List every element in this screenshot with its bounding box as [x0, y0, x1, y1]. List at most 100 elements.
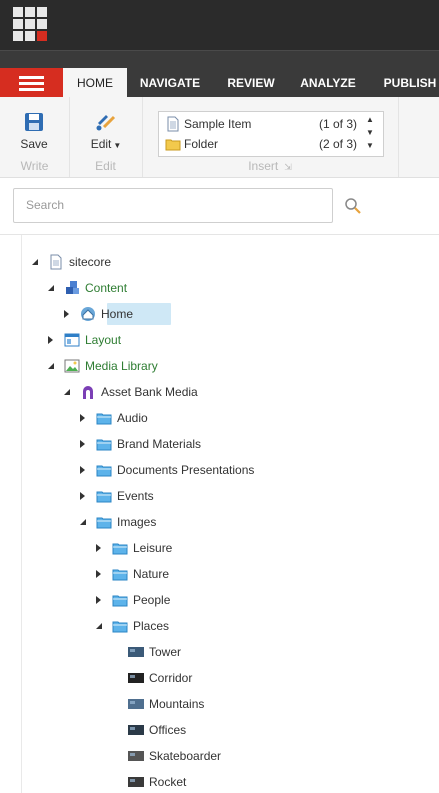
tree-node[interactable]: People: [96, 589, 439, 611]
write-group: Save Write: [0, 97, 70, 177]
tab-navigate[interactable]: NAVIGATE: [133, 68, 207, 98]
ribbon-panel: Save Write Edit ▼ Edit Insert ⇲ Sample Ite…: [0, 97, 439, 178]
tree-node[interactable]: Mountains: [112, 693, 439, 715]
asset-bank-icon: [83, 386, 93, 399]
image-thumbnail-icon: [128, 751, 144, 761]
collapse-arrow-icon[interactable]: [48, 363, 54, 369]
tree-node-label: Audio: [117, 411, 148, 425]
tree-node[interactable]: Layout: [48, 329, 439, 351]
tree-node[interactable]: Nature: [96, 563, 439, 585]
layout-icon: [64, 333, 80, 347]
collapse-arrow-icon[interactable]: [32, 259, 38, 265]
tree-node-label: Home: [101, 307, 134, 321]
insert-caption: Insert: [248, 159, 279, 173]
tree-node-label: Brand Materials: [117, 437, 202, 451]
edit-pencil-icon: [96, 115, 116, 131]
tab-review[interactable]: REVIEW: [221, 68, 281, 98]
tree-node-label: Rocket: [149, 775, 187, 789]
chevron-down-icon: ▼: [113, 141, 122, 150]
edit-caption: Edit: [95, 159, 116, 173]
tree-node[interactable]: Offices: [112, 719, 439, 741]
image-thumbnail-icon: [128, 777, 144, 787]
media-library-icon: [64, 359, 80, 373]
tab-publish[interactable]: PUBLISH: [375, 68, 439, 98]
scroll-down-icon[interactable]: ▼: [364, 126, 376, 139]
hamburger-menu-icon[interactable]: [0, 68, 63, 98]
tree-node[interactable]: Asset Bank Media: [64, 381, 439, 403]
folder-icon: [112, 569, 128, 581]
tree-node-label: Events: [117, 489, 154, 503]
scroll-up-icon[interactable]: ▲: [364, 113, 376, 126]
tree-node[interactable]: Tower: [112, 641, 439, 663]
tree-node[interactable]: Brand Materials: [80, 433, 439, 455]
tree-node-label: Documents Presentations: [117, 463, 255, 477]
tree-node[interactable]: Corridor: [112, 667, 439, 689]
folder-icon: [96, 491, 112, 503]
folder-icon: [96, 517, 112, 529]
folder-icon: [112, 621, 128, 633]
ribbon-tab-bar: HOME NAVIGATE REVIEW ANALYZE PUBLISH: [0, 50, 439, 98]
tree-node[interactable]: Audio: [80, 407, 439, 429]
expand-arrow-icon[interactable]: [80, 492, 85, 500]
search-input[interactable]: [14, 189, 316, 220]
gallery-expand-icon[interactable]: ▼: [364, 139, 376, 152]
tree-node[interactable]: Media Library: [48, 355, 439, 377]
dialog-launcher-icon[interactable]: ⇲: [284, 162, 292, 172]
insert-gallery: Sample Item (1 of 3) Folder (2 of 3) ▲ ▼…: [158, 111, 384, 157]
tree-node[interactable]: Events: [80, 485, 439, 507]
collapse-arrow-icon[interactable]: [64, 389, 70, 395]
tree-node-label: Places: [133, 619, 170, 633]
sitecore-launchpad-grid-icon[interactable]: [13, 7, 47, 41]
save-disk-icon: [25, 113, 43, 131]
tree-node-label: Mountains: [149, 697, 205, 711]
insert-sample-item[interactable]: Sample Item (1 of 3): [165, 114, 357, 134]
collapse-arrow-icon[interactable]: [80, 519, 86, 525]
expand-arrow-icon[interactable]: [96, 544, 101, 552]
document-icon: [167, 116, 179, 132]
insert-folder[interactable]: Folder (2 of 3): [165, 134, 357, 154]
tree-node[interactable]: Leisure: [96, 537, 439, 559]
tree-node-label: Nature: [133, 567, 170, 581]
expand-arrow-icon[interactable]: [96, 570, 101, 578]
tab-home[interactable]: HOME: [63, 68, 127, 98]
image-thumbnail-icon: [128, 725, 144, 735]
tree-node[interactable]: Home: [64, 303, 439, 325]
tab-analyze[interactable]: ANALYZE: [295, 68, 361, 98]
expand-arrow-icon[interactable]: [96, 596, 101, 604]
collapse-arrow-icon[interactable]: [96, 623, 102, 629]
image-thumbnail-icon: [128, 647, 144, 657]
insert-item-label: Folder: [184, 137, 219, 151]
tree-node[interactable]: Places: [96, 615, 439, 637]
expand-arrow-icon[interactable]: [80, 466, 85, 474]
folder-icon: [96, 465, 112, 477]
expand-arrow-icon[interactable]: [80, 414, 85, 422]
expand-arrow-icon[interactable]: [80, 440, 85, 448]
tree-node-label: Offices: [149, 723, 187, 737]
page-icon: [50, 254, 62, 270]
tree-node-label: Content: [85, 281, 128, 295]
tree-node-label: Skateboarder: [149, 749, 222, 763]
folder-yellow-icon: [165, 139, 181, 151]
tree-node-label: People: [133, 593, 171, 607]
edit-label: Edit: [90, 137, 112, 151]
insert-item-label: Sample Item: [184, 117, 252, 131]
tree-node-label: Images: [117, 515, 157, 529]
tree-node[interactable]: sitecore: [32, 251, 439, 273]
folder-icon: [112, 595, 128, 607]
collapse-arrow-icon[interactable]: [48, 285, 54, 291]
tree-node[interactable]: Rocket: [112, 771, 439, 793]
tree-node[interactable]: Content: [48, 277, 439, 299]
content-tree: sitecore Content Home Layout Media Library As…: [0, 235, 439, 793]
expand-arrow-icon[interactable]: [64, 310, 69, 318]
tree-node[interactable]: Images: [80, 511, 439, 533]
edit-button[interactable]: Edit ▼: [83, 111, 129, 151]
tree-node[interactable]: Documents Presentations: [80, 459, 439, 481]
tree-node-label: Media Library: [85, 359, 158, 373]
tree-node[interactable]: Skateboarder: [112, 745, 439, 767]
search-icon[interactable]: [344, 197, 362, 215]
save-button[interactable]: Save: [12, 111, 56, 151]
write-caption: Write: [20, 159, 49, 173]
insert-item-count: (1 of 3): [318, 117, 357, 131]
folder-icon: [96, 439, 112, 451]
expand-arrow-icon[interactable]: [48, 336, 53, 344]
